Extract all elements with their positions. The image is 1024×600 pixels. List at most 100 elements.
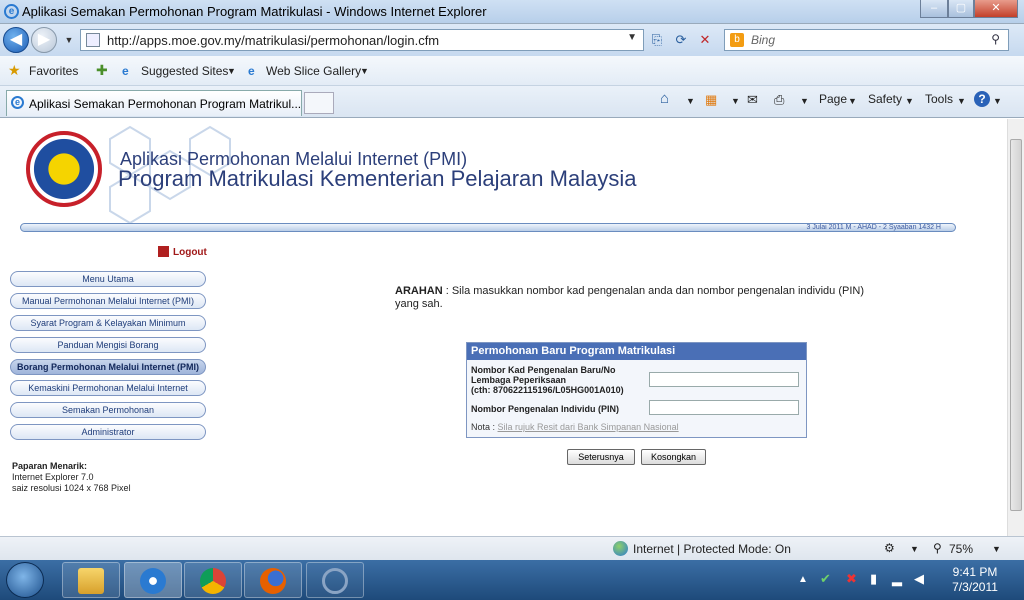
ic-label-line3: (cth: 870622115196/L05HG001A010) <box>471 385 624 395</box>
menu-item-semakan[interactable]: Semakan Permohonan <box>10 402 206 418</box>
logout-link[interactable]: Logout <box>158 246 207 258</box>
zone-dropdown-icon[interactable]: ▼ <box>910 544 919 554</box>
display-note-line2: saiz resolusi 1024 x 768 Pixel <box>12 483 131 493</box>
taskbar: ▲ ✔ ✖ ▮ ▂ ◀ 9:41 PM 7/3/2011 <box>0 560 1024 600</box>
status-bar: Internet | Protected Mode: On ⚙ ▼ ⚲ 75% … <box>0 536 1024 560</box>
zoom-level[interactable]: 75% <box>949 542 973 556</box>
home-dropdown-icon[interactable]: ▼ <box>686 96 695 106</box>
clear-button[interactable]: Kosongkan <box>641 449 706 465</box>
help-dropdown-icon[interactable]: ▼ <box>993 96 1002 106</box>
form-title: Permohonan Baru Program Matrikulasi <box>467 343 806 360</box>
mail-icon[interactable]: ✉ <box>747 92 758 108</box>
note-link[interactable]: Sila rujuk Resit dari Bank Simpanan Nasi… <box>498 422 679 432</box>
print-icon[interactable]: ⎙ <box>774 92 784 108</box>
maximize-button[interactable]: ▢ <box>948 0 974 18</box>
tab-ie-icon: e <box>11 96 24 109</box>
tray-power-icon[interactable]: ▮ <box>870 571 877 587</box>
ic-label: Nombor Kad Pengenalan Baru/No Lembaga Pe… <box>471 365 624 395</box>
start-button[interactable] <box>6 562 44 598</box>
ministry-logo <box>26 131 102 207</box>
stop-icon[interactable]: ✕ <box>694 29 716 51</box>
history-dropdown-icon[interactable]: ▼ <box>58 29 80 51</box>
print-dropdown-icon[interactable]: ▼ <box>800 96 809 106</box>
favorites-star-icon: ★ <box>8 62 21 78</box>
page-menu[interactable]: Page <box>819 92 847 106</box>
address-bar: ◀ ▶ ▼ http://apps.moe.gov.my/matrikulasi… <box>0 24 1024 56</box>
display-note-line1: Internet Explorer 7.0 <box>12 472 94 482</box>
compat-view-icon[interactable]: ⎘ <box>646 29 668 51</box>
favorites-button[interactable]: Favorites <box>29 64 78 78</box>
new-tab-button[interactable] <box>304 92 334 114</box>
menu-item-administrator[interactable]: Administrator <box>10 424 206 440</box>
bing-icon: b <box>730 33 744 47</box>
instructions-label: ARAHAN <box>395 285 443 297</box>
suggested-dropdown-icon[interactable]: ▼ <box>227 66 236 76</box>
scrollbar-thumb[interactable] <box>1010 139 1022 511</box>
feeds-icon[interactable]: ▦ <box>705 92 717 108</box>
forward-button[interactable]: ▶ <box>31 27 57 53</box>
tools-dropdown-icon[interactable]: ▼ <box>957 96 966 106</box>
instructions: ARAHAN : Sila masukkan nombor kad pengen… <box>395 285 865 311</box>
next-button[interactable]: Seterusnya <box>567 449 635 465</box>
tray-arrow-icon[interactable]: ▲ <box>798 574 808 585</box>
menu-item-menu-utama[interactable]: Menu Utama <box>10 271 206 287</box>
slice-dropdown-icon[interactable]: ▼ <box>360 66 369 76</box>
pin-label: Nombor Pengenalan Individu (PIN) <box>471 404 620 414</box>
favorites-bar: ★ Favorites ✚ e Suggested Sites ▼ e Web … <box>0 56 1024 86</box>
login-form: Permohonan Baru Program Matrikulasi Nomb… <box>466 342 807 438</box>
taskbar-firefox[interactable] <box>244 562 302 598</box>
pin-input[interactable] <box>649 400 799 415</box>
refresh-icon[interactable]: ⟳ <box>670 29 692 51</box>
menu-item-panduan[interactable]: Panduan Mengisi Borang <box>10 337 206 353</box>
page-content: Aplikasi Permohonan Melalui Internet (PM… <box>0 119 1007 536</box>
menu-item-kemaskini[interactable]: Kemaskini Permohonan Melalui Internet <box>10 380 206 396</box>
app-icon <box>322 568 348 594</box>
header-line2: Program Matrikulasi Kementerian Pelajara… <box>118 166 637 191</box>
ic-number-input[interactable] <box>649 372 799 387</box>
zoom-dropdown-icon[interactable]: ▼ <box>992 544 1001 554</box>
taskbar-chrome[interactable] <box>184 562 242 598</box>
ic-label-line2: Lembaga Peperiksaan <box>471 375 567 385</box>
logout-label: Logout <box>173 247 207 258</box>
web-slice-link[interactable]: Web Slice Gallery <box>266 64 361 78</box>
taskbar-app[interactable] <box>306 562 364 598</box>
tab-active[interactable]: e Aplikasi Semakan Permohonan Program Ma… <box>6 90 302 116</box>
menu-item-manual[interactable]: Manual Permohonan Melalui Internet (PMI) <box>10 293 206 309</box>
page-dropdown-icon[interactable]: ▼ <box>848 96 857 106</box>
clock-time: 9:41 PM <box>952 565 998 579</box>
security-zone[interactable]: Internet | Protected Mode: On <box>633 542 791 556</box>
feeds-dropdown-icon[interactable]: ▼ <box>731 96 740 106</box>
ie-icon: e <box>4 4 19 19</box>
search-placeholder: Bing <box>751 33 776 47</box>
taskbar-explorer[interactable] <box>62 562 120 598</box>
vertical-scrollbar[interactable] <box>1007 119 1024 536</box>
safety-menu[interactable]: Safety <box>868 92 902 106</box>
clock[interactable]: 9:41 PM 7/3/2011 <box>940 565 1010 595</box>
chrome-icon <box>200 568 226 594</box>
safety-dropdown-icon[interactable]: ▼ <box>905 96 914 106</box>
tray-network-icon[interactable]: ▂ <box>892 571 902 587</box>
tray-volume-icon[interactable]: ◀ <box>914 571 924 587</box>
tools-menu[interactable]: Tools <box>925 92 953 106</box>
menu-item-syarat[interactable]: Syarat Program & Kelayakan Minimum <box>10 315 206 331</box>
suggested-sites-link[interactable]: Suggested Sites <box>141 64 228 78</box>
url-text: http://apps.moe.gov.my/matrikulasi/permo… <box>107 33 440 48</box>
search-icon[interactable]: ⚲ <box>991 32 1000 46</box>
back-button[interactable]: ◀ <box>3 27 29 53</box>
minimize-button[interactable]: – <box>920 0 948 18</box>
tray-security-icon[interactable]: ✔ <box>820 571 831 587</box>
tray-flag-icon[interactable]: ✖ <box>846 571 857 587</box>
display-note: Paparan Menarik: Internet Explorer 7.0 s… <box>12 461 131 494</box>
url-dropdown-icon[interactable]: ▼ <box>627 32 637 43</box>
home-icon[interactable]: ⌂ <box>660 90 669 107</box>
add-favorite-icon[interactable]: ✚ <box>96 62 108 79</box>
url-input[interactable]: http://apps.moe.gov.my/matrikulasi/permo… <box>80 29 644 51</box>
taskbar-ie[interactable] <box>124 562 182 598</box>
close-button[interactable]: ✕ <box>974 0 1018 18</box>
logout-icon <box>158 246 169 257</box>
menu-item-borang[interactable]: Borang Permohonan Melalui Internet (PMI) <box>10 359 206 375</box>
protected-mode-icon[interactable]: ⚙ <box>884 541 895 555</box>
help-icon[interactable]: ? <box>974 91 990 107</box>
title-bar: e Aplikasi Semakan Permohonan Program Ma… <box>0 0 1024 24</box>
search-input[interactable]: b Bing ⚲ <box>724 29 1009 51</box>
